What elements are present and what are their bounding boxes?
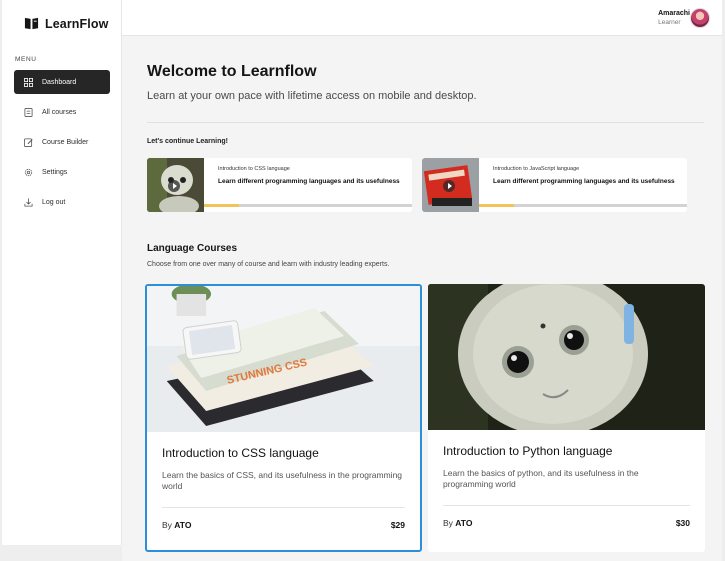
courses-icon — [24, 107, 33, 117]
progress-fill — [479, 204, 515, 207]
dashboard-icon — [24, 77, 33, 87]
logo[interactable]: LearnFlow — [24, 16, 108, 31]
progress-bar — [204, 204, 412, 207]
book-icon — [24, 17, 39, 30]
sidebar-item-label: Dashboard — [42, 78, 77, 86]
divider — [147, 122, 704, 123]
divider — [162, 507, 405, 508]
sidebar-item-label: All courses — [42, 108, 77, 116]
course-title[interactable]: Introduction to Python language — [443, 444, 690, 458]
sidebar-item-dashboard[interactable]: Dashboard — [14, 70, 110, 94]
sidebar-nav: Dashboard All courses Course Builder Set… — [14, 70, 110, 220]
user-name: Amarachi — [658, 10, 690, 17]
course-author: By ATO — [162, 520, 191, 530]
menu-label: MENU — [15, 56, 37, 63]
sidebar-item-label: Course Builder — [42, 138, 89, 146]
course-card-python[interactable]: Introduction to Python language Learn th… — [428, 284, 705, 552]
settings-icon — [24, 168, 33, 176]
continue-course-name: Introduction to CSS language — [218, 166, 290, 172]
divider — [443, 505, 690, 506]
course-price: $29 — [390, 520, 405, 530]
continue-learning-label: Let's continue Learning! — [147, 138, 229, 145]
author-name: ATO — [455, 518, 473, 528]
top-bar: Amarachi Learner — [122, 0, 722, 36]
author-name: ATO — [174, 520, 192, 530]
user-role: Learner — [658, 19, 681, 26]
continue-course-title: Learn different programming languages an… — [218, 178, 400, 185]
language-courses-subtitle: Choose from one over many of course and … — [147, 261, 390, 268]
course-description: Learn the basics of CSS, and its usefuln… — [162, 470, 403, 492]
edit-icon — [24, 137, 33, 147]
sidebar-item-log-out[interactable]: Log out — [14, 190, 110, 214]
logout-icon — [24, 197, 33, 207]
css-books-image: STUNNING CSS — [147, 286, 420, 432]
author-prefix: By — [443, 518, 453, 528]
continue-card-javascript[interactable]: Introduction to JavaScript language Lear… — [422, 158, 687, 212]
continue-course-title: Learn different programming languages an… — [493, 178, 675, 185]
progress-bar — [479, 204, 687, 207]
course-description: Learn the basics of python, and its usef… — [443, 468, 639, 490]
course-author: By ATO — [443, 518, 472, 528]
page-title: Welcome to Learnflow — [147, 63, 317, 80]
main-content: Welcome to Learnflow Learn at your own p… — [122, 36, 722, 561]
play-icon[interactable] — [168, 180, 180, 192]
sidebar-item-all-courses[interactable]: All courses — [14, 100, 110, 124]
user-info[interactable]: Amarachi Learner — [658, 10, 690, 26]
continue-course-name: Introduction to JavaScript language — [493, 166, 580, 172]
progress-fill — [204, 204, 240, 207]
sidebar-item-course-builder[interactable]: Course Builder — [14, 130, 110, 154]
sidebar-item-label: Log out — [42, 198, 66, 206]
language-courses-title: Language Courses — [147, 243, 238, 254]
course-price: $30 — [675, 518, 690, 528]
page-subtitle: Learn at your own pace with lifetime acc… — [147, 90, 477, 102]
sidebar-item-settings[interactable]: Settings — [14, 160, 110, 184]
play-icon[interactable] — [443, 180, 455, 192]
avatar[interactable] — [690, 8, 710, 28]
sidebar-item-label: Settings — [42, 168, 68, 176]
robot-image — [428, 284, 705, 430]
course-card-css[interactable]: STUNNING CSS Introduction to CSS languag… — [145, 284, 422, 552]
sidebar: LearnFlow MENU Dashboard All courses Cou… — [2, 0, 122, 545]
brand-name: LearnFlow — [45, 16, 109, 31]
course-title[interactable]: Introduction to CSS language — [162, 446, 405, 460]
continue-card-css[interactable]: Introduction to CSS language Learn diffe… — [147, 158, 412, 212]
author-prefix: By — [162, 520, 172, 530]
